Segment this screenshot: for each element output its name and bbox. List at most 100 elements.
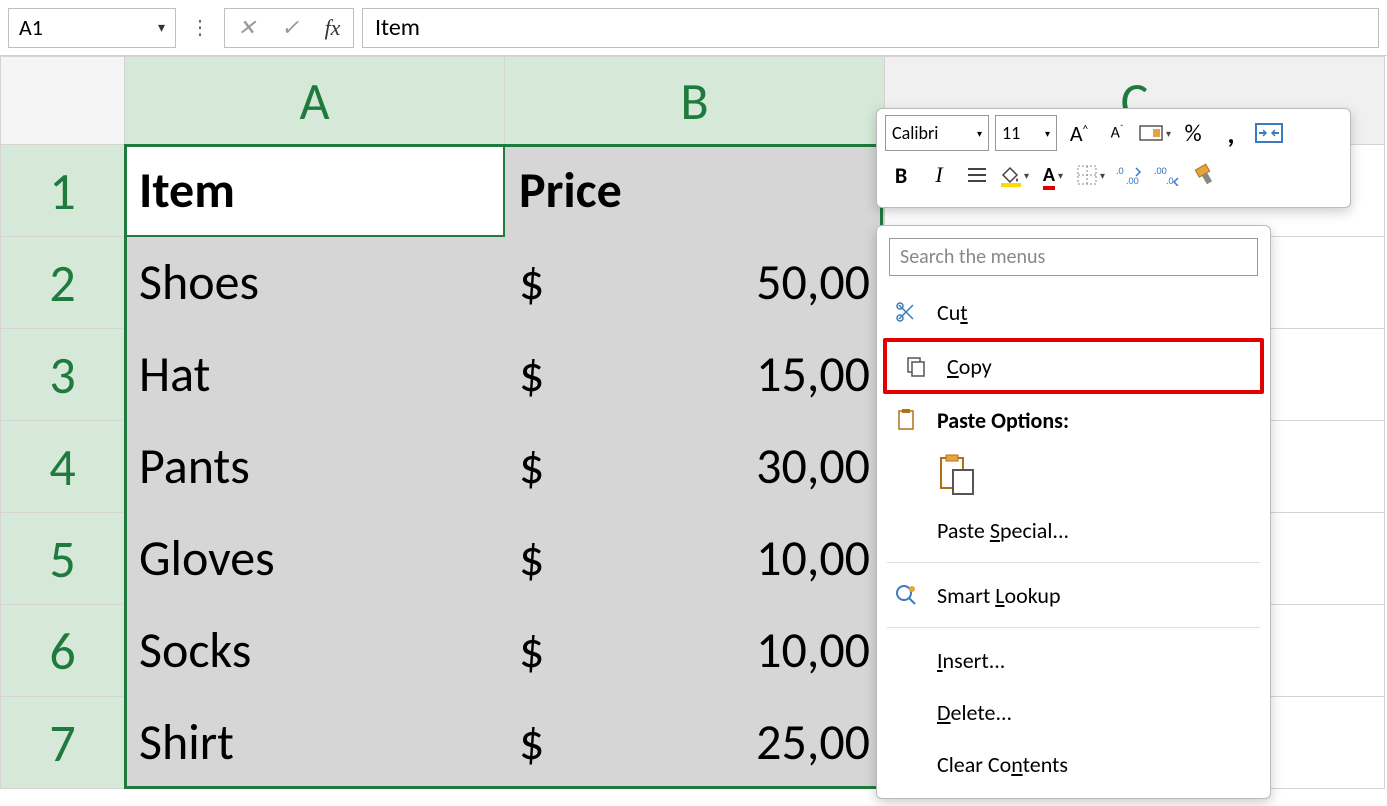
clear-contents-menu-item[interactable]: Clear Contents — [877, 738, 1270, 790]
paste-option-button[interactable] — [937, 454, 1270, 496]
copy-icon — [903, 355, 929, 377]
bold-button[interactable]: B — [885, 157, 917, 193]
font-color-button[interactable]: A ▾ — [1037, 157, 1069, 193]
paste-icon — [937, 454, 977, 496]
menu-search-placeholder: Search the menus — [900, 245, 1045, 269]
cell-b1[interactable]: Price — [505, 145, 885, 237]
paste-options-label: Paste Options: — [937, 407, 1254, 434]
cell-a4[interactable]: Pants — [125, 421, 505, 513]
accounting-icon — [1139, 123, 1163, 143]
svg-text:.00: .00 — [1154, 164, 1167, 177]
smart-lookup-menu-item[interactable]: Smart Lookup — [877, 569, 1270, 621]
column-header-a[interactable]: A — [125, 57, 505, 145]
fx-icon[interactable]: fx — [325, 15, 341, 41]
row-header[interactable]: 6 — [1, 605, 125, 697]
decrease-decimal-icon: .00.0 — [1154, 164, 1180, 186]
menu-separator — [887, 562, 1260, 563]
copy-menu-item[interactable]: Copy — [887, 342, 1260, 390]
cancel-icon[interactable]: ✕ — [238, 14, 256, 41]
currency-symbol: $ — [519, 436, 544, 497]
column-header-b[interactable]: B — [505, 57, 885, 145]
menu-search-input[interactable]: Search the menus — [889, 238, 1258, 276]
font-size-select[interactable]: 11 ▾ — [995, 115, 1057, 151]
price-value: 15,00 — [756, 344, 870, 405]
cell-a3[interactable]: Hat — [125, 329, 505, 421]
cut-menu-item[interactable]: Cut — [877, 286, 1270, 338]
cell-b3[interactable]: $15,00 — [505, 329, 885, 421]
chevron-down-icon: ▾ — [1058, 169, 1063, 182]
align-button[interactable] — [961, 157, 993, 193]
smart-lookup-icon — [893, 584, 919, 606]
cell-b5[interactable]: $10,00 — [505, 513, 885, 605]
paste-options-heading: Paste Options: — [877, 394, 1270, 446]
chevron-down-icon: ▾ — [158, 19, 165, 36]
row-header[interactable]: 4 — [1, 421, 125, 513]
cell-b2[interactable]: $50,00 — [505, 237, 885, 329]
delete-menu-item[interactable]: Delete... — [877, 686, 1270, 738]
price-value: 30,00 — [756, 436, 870, 497]
chevron-down-icon: ▾ — [977, 127, 982, 140]
borders-button[interactable]: ▾ — [1075, 157, 1107, 193]
row-header[interactable]: 3 — [1, 329, 125, 421]
merge-center-button[interactable] — [1253, 115, 1285, 151]
copy-label: Copy — [947, 353, 1244, 380]
format-painter-button[interactable] — [1189, 157, 1221, 193]
cell-a5[interactable]: Gloves — [125, 513, 505, 605]
currency-symbol: $ — [519, 344, 544, 405]
decrease at-decimal-button[interactable]: .00.0 — [1151, 157, 1183, 193]
insert-menu-item[interactable]: Insert... — [877, 634, 1270, 686]
svg-text:.0: .0 — [1116, 164, 1124, 177]
price-value: 50,00 — [756, 252, 870, 313]
row-header[interactable]: 7 — [1, 697, 125, 789]
percent-button[interactable]: % — [1177, 115, 1209, 151]
paste-special-menu-item[interactable]: Paste Special... — [877, 504, 1270, 556]
cell-a7[interactable]: Shirt — [125, 697, 505, 789]
svg-text:.0: .0 — [1166, 174, 1174, 186]
formula-bar: A1 ▾ ⋮ ✕ ✓ fx Item — [0, 0, 1387, 56]
cell-b6[interactable]: $10,00 — [505, 605, 885, 697]
select-all-corner[interactable] — [1, 57, 125, 145]
clear-contents-label: Clear Contents — [937, 751, 1254, 778]
name-box[interactable]: A1 ▾ — [8, 8, 176, 48]
cell-a2[interactable]: Shoes — [125, 237, 505, 329]
paste-special-label: Paste Special... — [937, 517, 1254, 544]
price-value: 10,00 — [756, 528, 870, 589]
font-name-select[interactable]: Calibri ▾ — [885, 115, 989, 151]
cell-b7[interactable]: $25,00 — [505, 697, 885, 789]
cell-a6[interactable]: Socks — [125, 605, 505, 697]
enter-icon[interactable]: ✓ — [281, 14, 299, 41]
row-header[interactable]: 2 — [1, 237, 125, 329]
context-menu: Search the menus Cut Copy Paste Options:… — [876, 225, 1271, 799]
merge-icon — [1255, 123, 1283, 143]
fill-color-button[interactable]: ▾ — [999, 157, 1031, 193]
chevron-down-icon: ▾ — [1024, 169, 1029, 182]
align-icon — [966, 166, 988, 184]
font-size-value: 11 — [1002, 122, 1020, 144]
currency-symbol: $ — [519, 712, 544, 773]
font-name-value: Calibri — [892, 122, 938, 144]
accounting-format-button[interactable]: ▾ — [1139, 115, 1171, 151]
price-value: 25,00 — [756, 712, 870, 773]
comma-style-button[interactable]: , — [1215, 115, 1247, 151]
formula-input[interactable]: Item — [362, 8, 1379, 48]
increase-font-button[interactable]: A^ — [1063, 115, 1095, 151]
scissors-icon — [893, 301, 919, 323]
currency-symbol: $ — [519, 620, 544, 681]
chevron-down-icon: ▾ — [1166, 127, 1171, 140]
copy-highlight: Copy — [883, 338, 1264, 394]
row-header[interactable]: 5 — [1, 513, 125, 605]
mini-toolbar: Calibri ▾ 11 ▾ A^ Aˇ ▾ % , B I ▾ — [876, 108, 1351, 208]
cell-a1[interactable]: Item — [125, 145, 505, 237]
insert-label: Insert... — [937, 647, 1254, 674]
cell-b4[interactable]: $30,00 — [505, 421, 885, 513]
name-box-value: A1 — [19, 14, 43, 41]
font-color-icon: A — [1043, 163, 1055, 187]
italic-button[interactable]: I — [923, 157, 955, 193]
row-header[interactable]: 1 — [1, 145, 125, 237]
borders-icon — [1077, 165, 1097, 185]
smart-lookup-label: Smart Lookup — [937, 582, 1254, 609]
format-painter-icon — [1189, 159, 1221, 190]
increase-decimal-button[interactable]: .0.00 — [1113, 157, 1145, 193]
chevron-down-icon: ▾ — [1045, 127, 1050, 140]
decrease-font-button[interactable]: Aˇ — [1101, 115, 1133, 151]
